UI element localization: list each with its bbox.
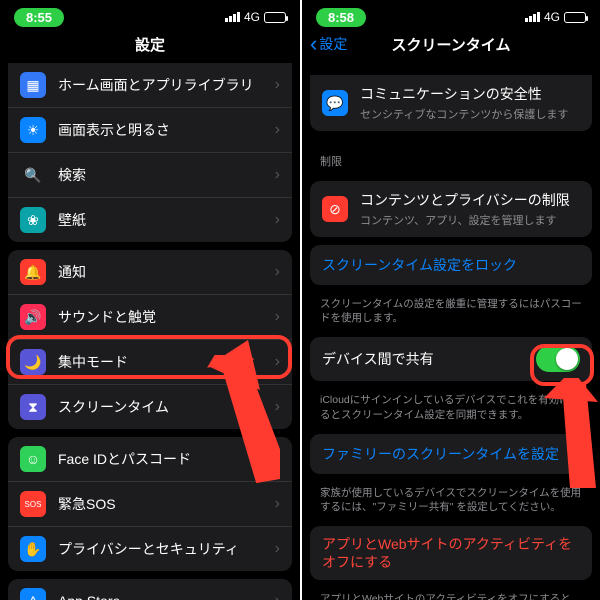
- chevron-right-icon: ›: [275, 398, 280, 416]
- row-label: 通知: [58, 262, 275, 282]
- battery-icon: [564, 12, 586, 23]
- status-time: 8:58: [316, 8, 366, 27]
- chevron-right-icon: ›: [275, 592, 280, 600]
- row-icon: ❀: [20, 207, 46, 233]
- network-label: 4G: [544, 10, 560, 24]
- row-label: App Store: [58, 593, 275, 600]
- row-icon: ▦: [20, 72, 46, 98]
- chevron-right-icon: ›: [275, 166, 280, 184]
- chevron-right-icon: ›: [275, 121, 280, 139]
- row-label: 緊急SOS: [58, 494, 275, 514]
- note-lock: スクリーンタイムの設定を厳重に管理するにはパスコードを使用します。: [302, 293, 600, 325]
- share-toggle[interactable]: [536, 346, 580, 372]
- row-communication-safety[interactable]: 💬 コミュニケーションの安全性 センシティブなコンテンツから保護します: [310, 75, 592, 131]
- row-icon: ✋: [20, 536, 46, 562]
- chevron-right-icon: ›: [275, 308, 280, 326]
- row-label: 画面表示と明るさ: [58, 120, 275, 140]
- row-icon: ☺: [20, 446, 46, 472]
- right-phone: 8:58 4G 設定 スクリーンタイム 💬 コミュニケーションの安全性 センシテ…: [300, 0, 600, 600]
- settings-row[interactable]: SOS 緊急SOS›: [8, 481, 292, 526]
- group-restrict: ⊘ コンテンツとプライバシーの制限 コンテンツ、アプリ、設定を管理します: [310, 181, 592, 237]
- settings-group-3: ☺Face IDとパスコード›SOS緊急SOS›✋プライバシーとセキュリティ›: [8, 437, 292, 571]
- settings-row[interactable]: 🔍 検索›: [8, 152, 292, 197]
- nav-bar: 設定 スクリーンタイム: [302, 30, 600, 63]
- status-right: 4G: [525, 10, 586, 24]
- chevron-right-icon: ›: [275, 353, 280, 371]
- settings-row[interactable]: A App Store›: [8, 579, 292, 600]
- row-icon: 🔊: [20, 304, 46, 330]
- row-icon: SOS: [20, 491, 46, 517]
- left-phone: 8:55 4G 設定 ▦ホーム画面とアプリライブラリ›☀画面表示と明るさ›🔍検索…: [0, 0, 300, 600]
- page-title: 設定: [0, 34, 300, 55]
- chevron-right-icon: ›: [275, 495, 280, 513]
- note-share: iCloudにサインインしているデバイスでこれを有効にするとスクリーンタイム設定…: [302, 389, 600, 421]
- row-lock-settings[interactable]: スクリーンタイム設定をロック: [310, 245, 592, 285]
- status-right: 4G: [225, 10, 286, 24]
- row-icon: ⧗: [20, 394, 46, 420]
- group-family: ファミリーのスクリーンタイムを設定: [310, 434, 592, 474]
- row-icon: A: [20, 588, 46, 600]
- row-icon: 🔔: [20, 259, 46, 285]
- settings-row[interactable]: 🔊 サウンドと触覚›: [8, 294, 292, 339]
- signal-icon: [225, 12, 240, 22]
- settings-row[interactable]: ✋ プライバシーとセキュリティ›: [8, 526, 292, 571]
- settings-row[interactable]: ☺ Face IDとパスコード›: [8, 437, 292, 481]
- row-label: ホーム画面とアプリライブラリ: [58, 75, 275, 95]
- row-label: 壁紙: [58, 210, 275, 230]
- status-bar: 8:58 4G: [302, 0, 600, 30]
- settings-row[interactable]: ⧗ スクリーンタイム›: [8, 384, 292, 429]
- group-off: アプリとWebサイトのアクティビティをオフにする: [310, 526, 592, 580]
- chevron-right-icon: ›: [275, 211, 280, 229]
- settings-row[interactable]: 🌙 集中モード›: [8, 339, 292, 384]
- note-off: アプリとWebサイトのアクティビティをオフにすると、リアルタイムのレポート送信、…: [302, 588, 600, 600]
- row-icon: ☀: [20, 117, 46, 143]
- row-content-privacy[interactable]: ⊘ コンテンツとプライバシーの制限 コンテンツ、アプリ、設定を管理します: [310, 181, 592, 237]
- group-lock: スクリーンタイム設定をロック: [310, 245, 592, 285]
- row-label: スクリーンタイム: [58, 397, 275, 417]
- row-label: 集中モード: [58, 352, 275, 372]
- chevron-right-icon: ›: [275, 76, 280, 94]
- row-label: サウンドと触覚: [58, 307, 275, 327]
- section-header-restrict: 制限: [302, 139, 600, 173]
- note-family: 家族が使用しているデバイスでスクリーンタイムを使用するには、"ファミリー共有" …: [302, 482, 600, 514]
- chevron-right-icon: ›: [275, 540, 280, 558]
- row-family-screentime[interactable]: ファミリーのスクリーンタイムを設定: [310, 434, 592, 474]
- row-label: プライバシーとセキュリティ: [58, 539, 275, 559]
- nav-bar: 設定: [0, 30, 300, 63]
- row-turn-off-activity[interactable]: アプリとWebサイトのアクティビティをオフにする: [310, 526, 592, 580]
- status-time: 8:55: [14, 8, 64, 27]
- settings-group-1: ▦ホーム画面とアプリライブラリ›☀画面表示と明るさ›🔍検索›❀壁紙›: [8, 63, 292, 242]
- settings-group-2: 🔔通知›🔊サウンドと触覚›🌙集中モード›⧗スクリーンタイム›: [8, 250, 292, 429]
- chat-icon: 💬: [322, 90, 348, 116]
- row-label: 検索: [58, 165, 275, 185]
- back-button[interactable]: 設定: [310, 34, 347, 54]
- chevron-right-icon: ›: [275, 263, 280, 281]
- settings-row[interactable]: ❀ 壁紙›: [8, 197, 292, 242]
- row-icon: 🔍: [20, 162, 46, 188]
- battery-icon: [264, 12, 286, 23]
- row-icon: 🌙: [20, 349, 46, 375]
- status-bar: 8:55 4G: [0, 0, 300, 30]
- chevron-right-icon: ›: [275, 450, 280, 468]
- settings-row[interactable]: ☀ 画面表示と明るさ›: [8, 107, 292, 152]
- no-entry-icon: ⊘: [322, 196, 348, 222]
- group-communication: 💬 コミュニケーションの安全性 センシティブなコンテンツから保護します: [310, 75, 592, 131]
- settings-row[interactable]: ▦ ホーム画面とアプリライブラリ›: [8, 63, 292, 107]
- group-share: デバイス間で共有: [310, 337, 592, 381]
- signal-icon: [525, 12, 540, 22]
- settings-row[interactable]: 🔔 通知›: [8, 250, 292, 294]
- network-label: 4G: [244, 10, 260, 24]
- row-label: Face IDとパスコード: [58, 449, 275, 469]
- row-share-across-devices[interactable]: デバイス間で共有: [310, 337, 592, 381]
- settings-group-4: AApp Store›◎Game Center›☁iCloud›: [8, 579, 292, 600]
